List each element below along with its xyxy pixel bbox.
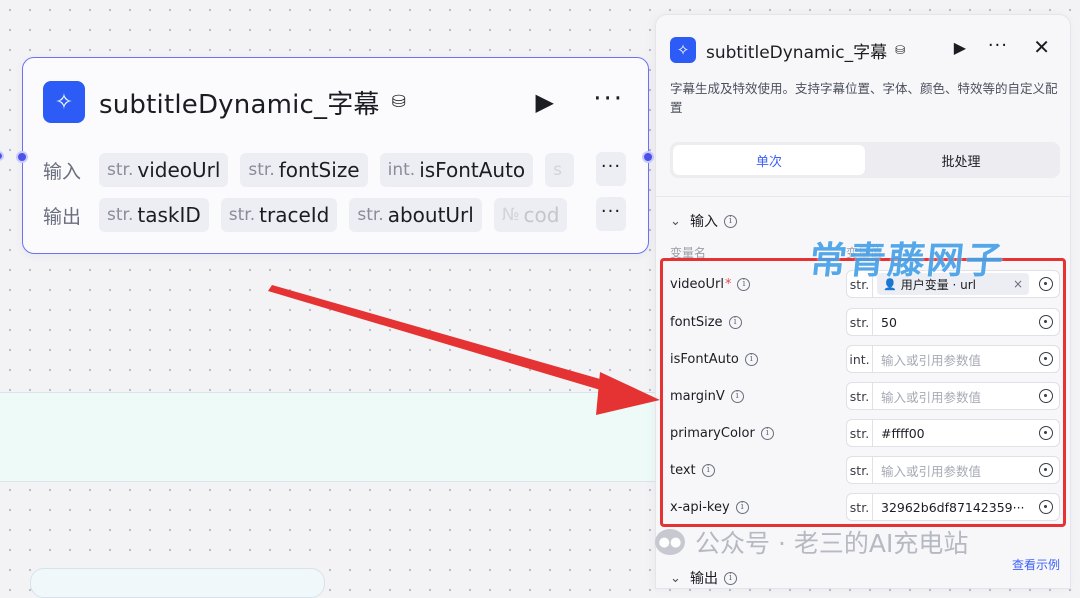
column-header-name: 变量名: [670, 246, 707, 260]
more-options-icon[interactable]: ···: [593, 84, 624, 114]
output-section-title: 输出: [690, 571, 718, 587]
param-value-field[interactable]: int. 输入或引用参数值: [846, 345, 1060, 373]
output-section-header[interactable]: ⌄ 输出 i: [670, 568, 737, 588]
canvas-group-background: [0, 392, 655, 482]
chevron-down-icon[interactable]: ⌄: [670, 571, 681, 586]
info-icon[interactable]: i: [744, 352, 758, 366]
panel-header: ✧ subtitleDynamic_字幕 ⛁ ▶ ··· ✕: [670, 35, 1056, 63]
input-tag: str. videoUrl: [99, 153, 229, 187]
plugin-node-card[interactable]: ✧ subtitleDynamic_字幕 ⛁ ▶ ··· 输入 str. vide…: [22, 57, 649, 254]
input-section-header[interactable]: ⌄ 输入 i: [670, 211, 737, 231]
param-value-field[interactable]: str. 输入或引用参数值: [846, 456, 1060, 484]
param-value-placeholder[interactable]: 输入或引用参数值: [873, 387, 1033, 406]
param-name: isFontAuto: [670, 351, 739, 367]
param-name: marginV: [670, 388, 725, 404]
param-row-primarycolor: primaryColor i str. #ffff00: [670, 419, 1060, 447]
plugin-badge-icon: ⛁: [391, 92, 406, 112]
plugin-badge-icon: ⛁: [895, 43, 906, 57]
node-outputs-row: 输出 str. taskID str. traceId str. aboutUrl №…: [43, 197, 626, 233]
param-row-fontsize: fontSize i str. 50: [670, 308, 1060, 336]
input-tag: s: [545, 153, 575, 187]
variable-picker-icon[interactable]: [1033, 309, 1059, 335]
param-name: primaryColor: [670, 425, 755, 441]
arrow-shaft: [268, 285, 628, 397]
required-marker: *: [724, 276, 732, 292]
watermark-bottom: ●● 公众号 · 老三的AI充电站: [655, 524, 968, 560]
chevron-down-icon[interactable]: ⌄: [670, 214, 681, 229]
info-icon[interactable]: i: [701, 463, 715, 477]
param-row-text: text i str. 输入或引用参数值: [670, 456, 1060, 484]
run-mode-tabs: 单次 批处理: [670, 142, 1060, 178]
param-type[interactable]: str.: [847, 420, 873, 446]
info-icon[interactable]: i: [724, 214, 737, 228]
input-tag: int. isFontAuto: [379, 153, 534, 187]
info-icon[interactable]: i: [730, 389, 744, 403]
output-tag: str. taskID: [99, 198, 209, 232]
param-value[interactable]: #ffff00: [873, 426, 1033, 441]
info-icon[interactable]: i: [728, 315, 742, 329]
incoming-edge-port[interactable]: [0, 151, 4, 161]
param-type[interactable]: str.: [847, 309, 873, 335]
param-name: x-api-key: [670, 499, 730, 515]
watermark-top: 常青藤网子: [807, 239, 1007, 282]
run-icon[interactable]: ▶: [954, 38, 966, 57]
tab-single[interactable]: 单次: [673, 145, 865, 175]
param-value-field[interactable]: str. #ffff00: [846, 419, 1060, 447]
param-value-placeholder[interactable]: 输入或引用参数值: [873, 461, 1033, 480]
outputs-label: 输出: [43, 205, 82, 228]
input-tag: str. fontSize: [240, 153, 368, 187]
param-name: fontSize: [670, 314, 723, 330]
param-row-marginv: marginV i str. 输入或引用参数值: [670, 382, 1060, 410]
output-tag: str. aboutUrl: [349, 198, 482, 232]
more-inputs-button[interactable]: ···: [596, 152, 626, 186]
input-section-title: 输入: [690, 214, 718, 230]
param-name: text: [670, 462, 696, 478]
param-value-field[interactable]: str. 输入或引用参数值: [846, 382, 1060, 410]
node-title: subtitleDynamic_字幕: [99, 89, 380, 120]
divider: [656, 196, 1070, 197]
output-tag: str. traceId: [220, 198, 338, 232]
close-icon[interactable]: ✕: [1033, 35, 1050, 59]
param-row-x-api-key: x-api-key i str. 32962b6df87142359···: [670, 493, 1060, 521]
canvas-node-partial[interactable]: [30, 568, 325, 598]
param-value-field[interactable]: str. 50: [846, 308, 1060, 336]
node-config-panel: ✧ subtitleDynamic_字幕 ⛁ ▶ ··· ✕ 字幕生成及特效使用…: [655, 14, 1071, 589]
variable-picker-icon[interactable]: [1033, 457, 1059, 483]
param-row-isfontauto: isFontAuto i int. 输入或引用参数值: [670, 345, 1060, 373]
variable-picker-icon[interactable]: [1033, 346, 1059, 372]
magic-wand-icon: ✧: [43, 81, 85, 123]
param-type[interactable]: str.: [847, 457, 873, 483]
param-value[interactable]: 32962b6df87142359···: [873, 500, 1033, 515]
magic-wand-icon: ✧: [670, 37, 696, 63]
param-type[interactable]: int.: [847, 346, 873, 372]
node-inputs-row: 输入 str. videoUrl str. fontSize int. isFontA…: [43, 152, 626, 188]
node-header: ✧ subtitleDynamic_字幕 ⛁ ▶ ···: [43, 80, 630, 124]
tab-batch[interactable]: 批处理: [865, 145, 1057, 175]
panel-title: subtitleDynamic_字幕: [706, 42, 888, 63]
remove-icon[interactable]: ×: [1007, 277, 1023, 291]
panel-description: 字幕生成及特效使用。支持字幕位置、字体、颜色、特效等的自定义配置: [670, 81, 1058, 115]
info-icon[interactable]: i: [760, 426, 774, 440]
output-tag: № cod: [493, 198, 568, 232]
node-output-port[interactable]: [642, 151, 654, 163]
variable-picker-icon[interactable]: [1033, 383, 1059, 409]
param-type[interactable]: str.: [847, 383, 873, 409]
param-value-field[interactable]: str. 32962b6df87142359···: [846, 493, 1060, 521]
param-value-placeholder[interactable]: 输入或引用参数值: [873, 350, 1033, 369]
wechat-icon: ●●: [655, 529, 685, 555]
more-options-icon[interactable]: ···: [988, 35, 1008, 56]
param-value[interactable]: 50: [873, 315, 1033, 330]
variable-picker-icon[interactable]: [1033, 420, 1059, 446]
variable-picker-icon[interactable]: [1033, 494, 1059, 520]
view-examples-link[interactable]: 查看示例: [1012, 556, 1060, 573]
info-icon[interactable]: i: [737, 277, 751, 291]
variable-picker-icon[interactable]: [1033, 271, 1059, 297]
param-name: videoUrl: [670, 276, 724, 292]
more-outputs-button[interactable]: ···: [596, 197, 626, 231]
node-input-port[interactable]: [16, 151, 28, 163]
info-icon[interactable]: i: [735, 500, 749, 514]
param-type[interactable]: str.: [847, 494, 873, 520]
run-icon[interactable]: ▶: [536, 88, 554, 116]
inputs-label: 输入: [43, 160, 82, 183]
